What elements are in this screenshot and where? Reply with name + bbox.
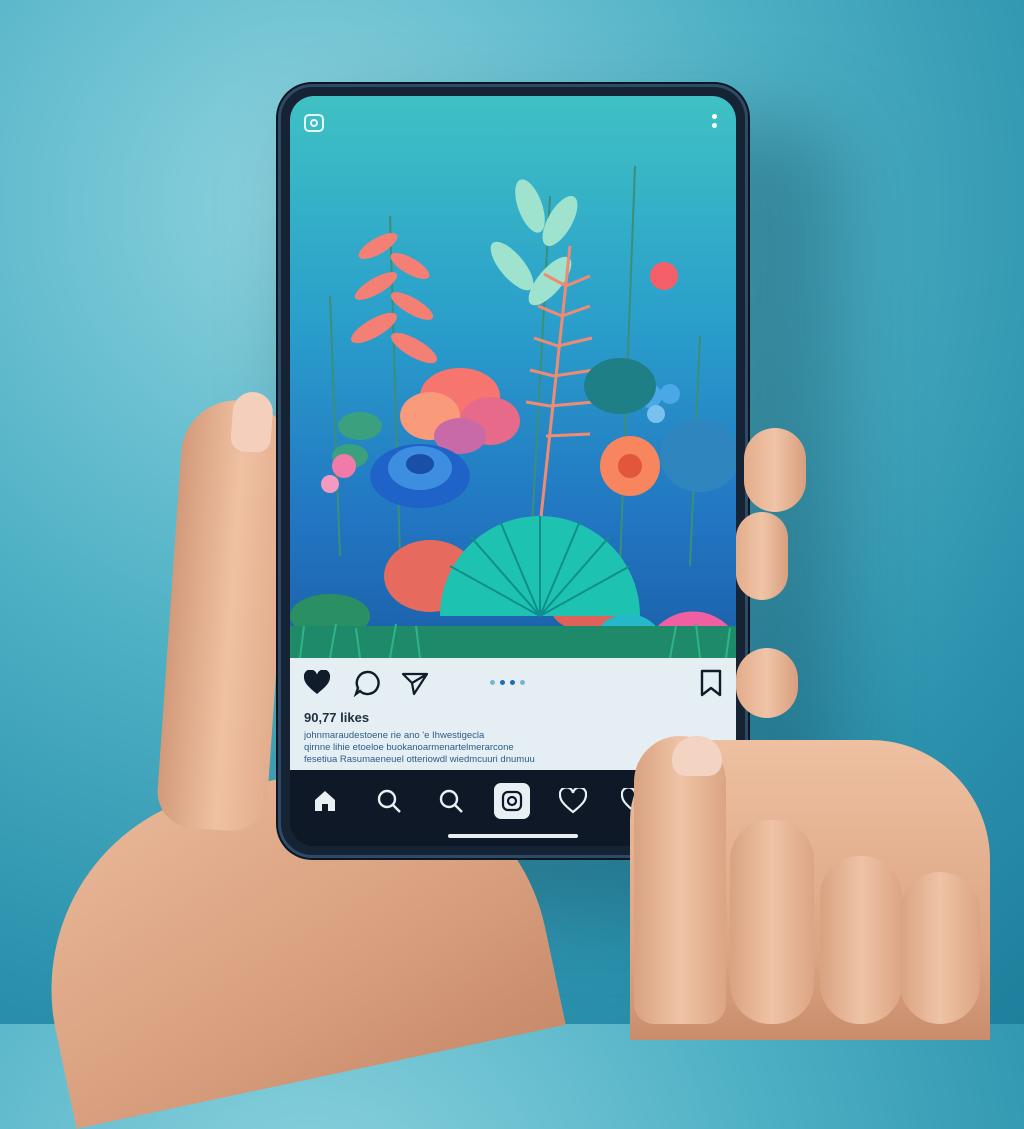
right-finger-3 (736, 648, 798, 718)
heart-icon[interactable] (558, 786, 588, 816)
home-indicator[interactable] (448, 834, 578, 838)
right-finger-5 (820, 856, 902, 1024)
likes-count[interactable]: 90,77 likes (304, 710, 369, 725)
right-finger-2 (736, 512, 788, 600)
right-index-finger (634, 736, 726, 1024)
search-icon[interactable] (436, 786, 466, 816)
bookmark-icon[interactable] (696, 668, 726, 698)
right-nail (672, 736, 722, 776)
reels-icon[interactable] (494, 783, 530, 819)
instagram-camera-icon[interactable] (304, 114, 324, 132)
search-icon[interactable] (374, 786, 404, 816)
more-vertical-icon[interactable] (712, 114, 718, 134)
heart-icon[interactable] (302, 668, 332, 698)
home-icon[interactable] (310, 786, 340, 816)
right-finger-6 (900, 872, 980, 1024)
right-finger-4 (730, 820, 814, 1024)
caption-line: fesetiua Rasumaeneuel otteriowdl wiedmcu… (304, 754, 535, 765)
post-caption: johnmaraudestoene rie ano 'e Ihwestigecl… (304, 730, 654, 766)
left-thumb-nail (229, 390, 275, 454)
right-finger-1 (744, 428, 806, 512)
phone-screen: 90,77 likes johnmaraudestoene rie ano 'e… (290, 96, 736, 846)
caption-line: qirnne lihie etoeloe buokanoarmenartelme… (304, 742, 514, 753)
post-image[interactable] (290, 96, 736, 659)
caption-line: johnmaraudestoene rie ano 'e Ihwestigecl… (304, 730, 485, 741)
comment-icon[interactable] (352, 668, 382, 698)
carousel-indicator (490, 680, 525, 685)
garden-illustration (290, 165, 736, 659)
send-icon[interactable] (400, 668, 430, 698)
left-thumb (155, 396, 295, 834)
